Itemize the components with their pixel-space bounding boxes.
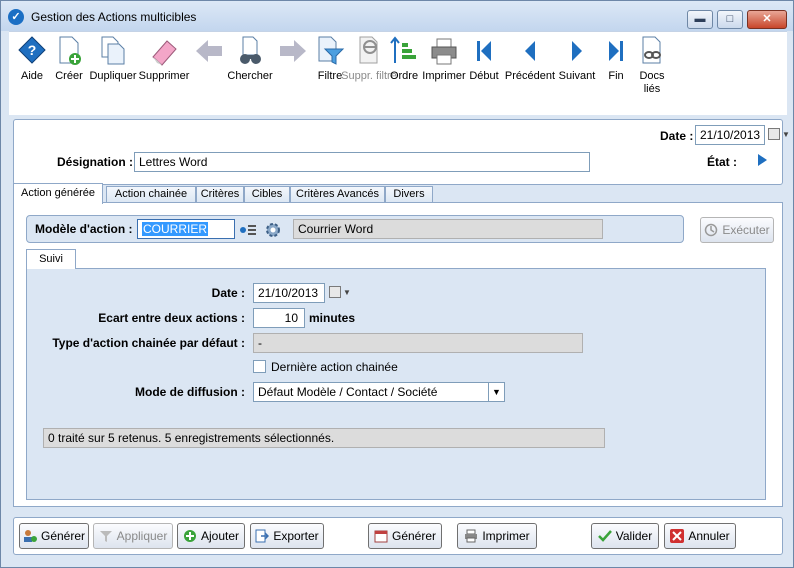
suivi-panel: Date : 21/10/2013 ▼ Ecart entre deux act… xyxy=(26,268,766,500)
record-header: Date : 21/10/2013 ▼ Désignation : Lettre… xyxy=(13,119,790,185)
add-button[interactable]: Ajouter xyxy=(177,523,245,549)
generate-button[interactable]: Générer xyxy=(368,523,442,549)
create-icon xyxy=(59,36,81,65)
calendar-dropdown-icon[interactable]: ▼ xyxy=(782,130,790,139)
print-bottom-button[interactable]: Imprimer xyxy=(457,523,537,549)
mode-select[interactable]: Défaut Modèle / Contact / Société ▼ xyxy=(253,382,505,402)
linked-docs-icon xyxy=(642,36,661,64)
etat-arrow-icon[interactable] xyxy=(756,153,768,167)
model-box: Modèle d'action : COURRIER Courrier Word xyxy=(26,215,684,243)
calendar-generate-icon xyxy=(374,530,388,543)
suivi-calendar-dropdown-icon[interactable]: ▼ xyxy=(343,288,351,297)
tab-divers[interactable]: Divers xyxy=(385,186,433,203)
type-field: - xyxy=(253,333,583,353)
binoculars-icon xyxy=(240,36,261,64)
printer-icon xyxy=(431,38,457,65)
suivi-date-field[interactable]: 21/10/2013 xyxy=(253,283,325,303)
type-label: Type d'action chainée par défaut : xyxy=(52,336,245,350)
status-field: 0 traité sur 5 retenus. 5 enregistrement… xyxy=(43,428,605,448)
close-button[interactable]: ✕ xyxy=(747,10,787,29)
designation-field[interactable]: Lettres Word xyxy=(134,152,590,172)
tab-criteres-avances[interactable]: Critères Avancés xyxy=(290,186,385,203)
duplicate-icon xyxy=(101,36,125,65)
first-icon xyxy=(477,41,491,61)
mode-label: Mode de diffusion : xyxy=(135,385,245,399)
suivi-calendar-icon[interactable] xyxy=(329,286,341,298)
app-logo-icon: ✓ xyxy=(8,9,24,25)
validate-button[interactable]: Valider xyxy=(591,523,659,549)
tab-action-chainee[interactable]: Action chainée xyxy=(106,186,196,203)
derniere-label: Dernière action chainée xyxy=(271,360,398,374)
tab-criteres[interactable]: Critères xyxy=(196,186,244,203)
generate-list-button[interactable]: Générer xyxy=(19,523,89,549)
main-window: ✓ Gestion des Actions multicibles ▬ □ ✕ … xyxy=(0,0,794,568)
model-code-field[interactable]: COURRIER xyxy=(137,219,235,239)
cancel-icon xyxy=(670,529,685,543)
calendar-icon[interactable] xyxy=(768,128,780,140)
etat-label: État : xyxy=(707,155,737,169)
svg-text:?: ? xyxy=(28,42,37,58)
maximize-button[interactable]: □ xyxy=(717,10,743,29)
apply-button[interactable]: Appliquer xyxy=(93,523,173,549)
bottom-bar: Générer Appliquer Ajouter Exporter Génér… xyxy=(13,517,783,555)
minimize-button[interactable]: ▬ xyxy=(687,10,713,29)
date-label: Date : xyxy=(660,129,694,143)
add-icon xyxy=(183,530,196,542)
derniere-checkbox[interactable] xyxy=(253,360,266,373)
execute-button[interactable]: Exécuter xyxy=(700,217,774,243)
tab-cibles[interactable]: Cibles xyxy=(244,186,290,203)
cancel-button[interactable]: Annuler xyxy=(664,523,736,549)
sort-icon xyxy=(390,36,416,63)
suivi-date-label: Date : xyxy=(211,286,245,300)
tab-content: Modèle d'action : COURRIER Courrier Word xyxy=(13,202,783,507)
filter-apply-icon xyxy=(99,531,112,542)
title-bar: ✓ Gestion des Actions multicibles ▬ □ ✕ xyxy=(1,1,793,31)
export-button[interactable]: Exporter xyxy=(250,523,324,549)
header-date-field[interactable]: 21/10/2013 xyxy=(695,125,765,145)
designation-label: Désignation : xyxy=(57,155,134,169)
ecart-field[interactable]: 10 xyxy=(253,308,305,328)
ecart-label: Ecart entre deux actions : xyxy=(98,311,245,325)
duplicate-button[interactable]: Dupliquer xyxy=(85,35,141,103)
arrow-left-icon xyxy=(196,40,222,62)
linked-docs-button[interactable]: Docs liés xyxy=(625,35,679,103)
previous-icon xyxy=(525,41,535,61)
main-panel: Date : 21/10/2013 ▼ Désignation : Lettre… xyxy=(9,119,790,509)
tab-suivi[interactable]: Suivi xyxy=(26,249,76,269)
model-label: Modèle d'action : xyxy=(35,222,133,236)
eraser-icon xyxy=(152,40,177,66)
export-icon xyxy=(255,529,270,543)
ecart-unit-label: minutes xyxy=(309,311,356,325)
tab-action-generee[interactable]: Action générée xyxy=(13,183,103,204)
toolbar: ? Aide Créer Dupliquer Supprimer Cherche… xyxy=(9,31,787,115)
users-icon xyxy=(23,530,37,542)
model-name-field: Courrier Word xyxy=(293,219,603,239)
printer-small-icon xyxy=(465,529,478,543)
list-select-icon[interactable] xyxy=(239,223,257,237)
checkmark-icon xyxy=(597,530,612,542)
chevron-down-icon[interactable]: ▼ xyxy=(488,383,504,401)
gear-icon[interactable] xyxy=(265,222,281,238)
execute-icon xyxy=(705,223,718,237)
window-title: Gestion des Actions multicibles xyxy=(31,10,197,24)
